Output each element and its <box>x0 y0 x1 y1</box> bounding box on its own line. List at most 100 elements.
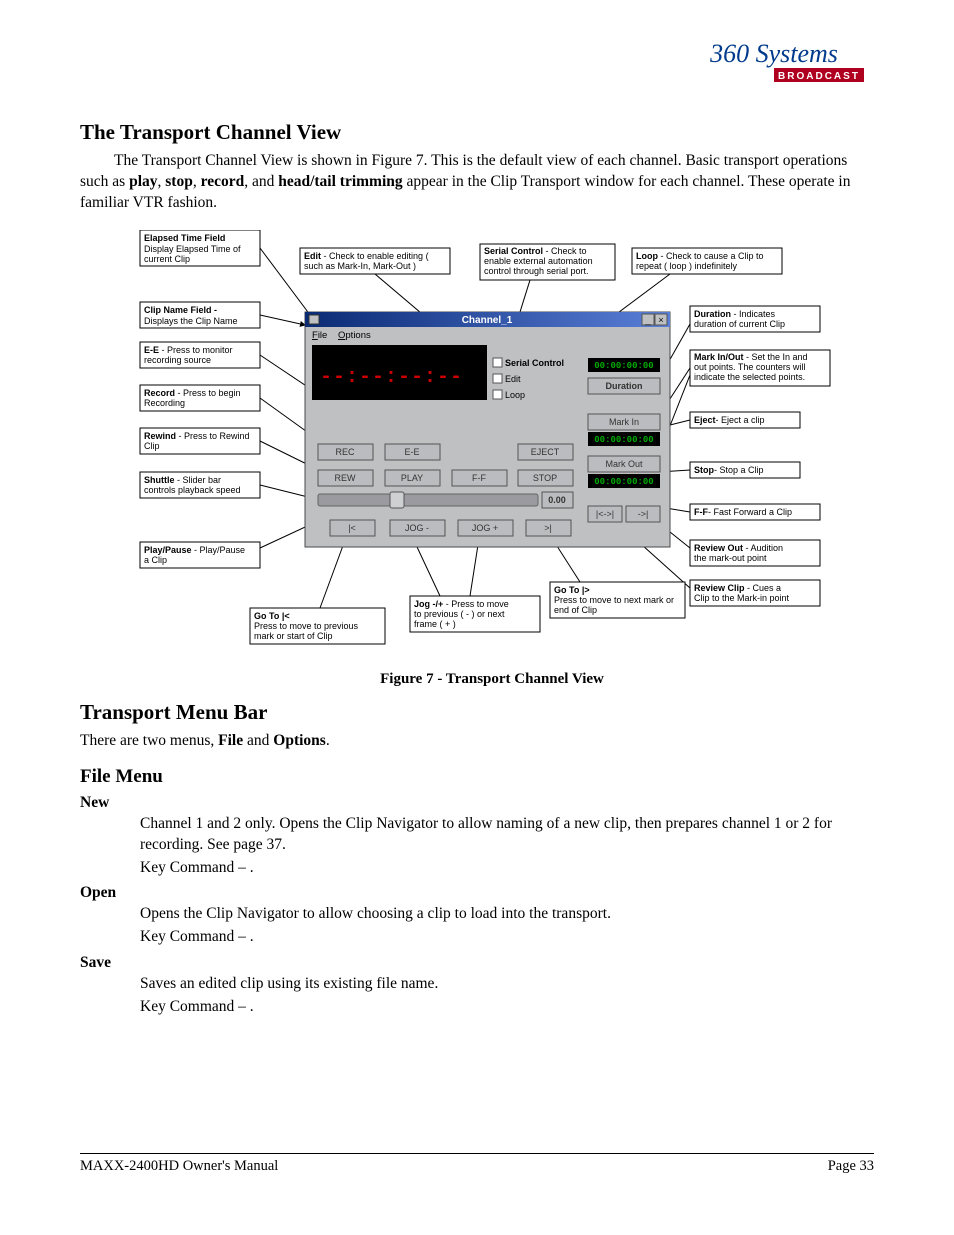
serial-control-label: Serial Control <box>505 358 564 368</box>
svg-text:Clip Name Field -: Clip Name Field - <box>144 305 217 315</box>
def-open-line1: Opens the Clip Navigator to allow choosi… <box>140 904 874 925</box>
svg-text:REC: REC <box>335 447 355 457</box>
svg-text:Mark Out: Mark Out <box>605 459 643 469</box>
svg-text:>|: >| <box>544 523 552 533</box>
svg-text:indicate the selected points.: indicate the selected points. <box>694 372 805 382</box>
svg-text:frame ( + ): frame ( + ) <box>414 619 456 629</box>
logo-top-text: 360 Systems <box>709 40 838 68</box>
svg-text:Mark In: Mark In <box>609 417 639 427</box>
def-new-heading: New <box>80 794 874 812</box>
svg-text:EJECT: EJECT <box>531 447 560 457</box>
svg-text:JOG +: JOG + <box>472 523 498 533</box>
shuttle-value: 0.00 <box>548 495 566 505</box>
svg-text:JOG -: JOG - <box>405 523 429 533</box>
figure-7: Elapsed Time Field Display Elapsed Time … <box>110 230 874 688</box>
window-title: Channel_1 <box>462 315 513 326</box>
svg-text:Displays the Clip Name: Displays the Clip Name <box>144 316 238 326</box>
heading-transport-menu-bar: Transport Menu Bar <box>80 700 874 725</box>
svg-text:end of Clip: end of Clip <box>554 605 597 615</box>
svg-text:to previous ( - ) or next: to previous ( - ) or next <box>414 609 505 619</box>
menu-file[interactable]: File <box>312 330 327 341</box>
logo-sub-text: BROADCAST <box>778 71 860 82</box>
svg-text:PLAY: PLAY <box>401 473 423 483</box>
def-save-line2: Key Command – . <box>140 997 874 1018</box>
page-footer: MAXX-2400HD Owner's Manual Page 33 <box>80 1153 874 1175</box>
footer-right: Page 33 <box>828 1158 874 1175</box>
svg-text:Shuttle - Slider bar: Shuttle - Slider bar <box>144 475 221 485</box>
svg-text:recording source: recording source <box>144 355 211 365</box>
loop-checkbox[interactable] <box>493 390 502 399</box>
menu-options[interactable]: Options <box>338 330 371 341</box>
edit-checkbox[interactable] <box>493 374 502 383</box>
svg-text:Review Out - Audition: Review Out - Audition <box>694 543 783 553</box>
svg-text:control through serial port.: control through serial port. <box>484 266 589 276</box>
svg-text:Loop - Check to cause a Clip t: Loop - Check to cause a Clip to <box>636 251 764 261</box>
svg-text:Duration - Indicates: Duration - Indicates <box>694 309 776 319</box>
svg-text:out points. The counters will: out points. The counters will <box>694 362 805 372</box>
def-open-line2: Key Command – . <box>140 927 874 948</box>
def-save-line1: Saves an edited clip using its existing … <box>140 974 874 995</box>
def-new-line2: Key Command – . <box>140 858 874 879</box>
duration-label: Duration <box>606 381 643 391</box>
svg-text:Go To |<: Go To |< <box>254 611 290 621</box>
svg-text:Go To |>: Go To |> <box>554 585 590 595</box>
svg-text:Edit - Check to enable editing: Edit - Check to enable editing ( <box>304 251 429 261</box>
svg-text:Serial Control - Check to: Serial Control - Check to <box>484 246 587 256</box>
svg-text:the mark-out point: the mark-out point <box>694 553 767 563</box>
svg-text:Press to move to next mark or: Press to move to next mark or <box>554 595 674 605</box>
svg-text:Clip to the Mark-in point: Clip to the Mark-in point <box>694 593 790 603</box>
svg-text:REW: REW <box>335 473 357 483</box>
svg-text:Display Elapsed Time of: Display Elapsed Time of <box>144 244 241 254</box>
def-save-heading: Save <box>80 954 874 972</box>
svg-text:a Clip: a Clip <box>144 555 167 565</box>
svg-text:Eject- Eject a clip: Eject- Eject a clip <box>694 415 765 425</box>
edit-label: Edit <box>505 374 521 384</box>
def-open-heading: Open <box>80 884 874 902</box>
svg-text:duration of current Clip: duration of current Clip <box>694 319 785 329</box>
menu-bar-paragraph: There are two menus, File and Options. <box>80 731 874 752</box>
duration-timecode: 00:00:00:00 <box>594 361 653 371</box>
shuttle-slider[interactable] <box>318 494 538 506</box>
svg-text:|<->|: |<->| <box>596 509 614 519</box>
mark-out-timecode: 00:00:00:00 <box>594 477 653 487</box>
svg-text:enable external automation: enable external automation <box>484 256 593 266</box>
mark-in-timecode: 00:00:00:00 <box>594 435 653 445</box>
svg-text:STOP: STOP <box>533 473 557 483</box>
svg-text:such as Mark-In, Mark-Out ): such as Mark-In, Mark-Out ) <box>304 261 416 271</box>
shuttle-thumb[interactable] <box>390 492 404 508</box>
svg-text:×: × <box>658 315 663 325</box>
svg-text:repeat ( loop ) indefinitely: repeat ( loop ) indefinitely <box>636 261 738 271</box>
def-new-line1: Channel 1 and 2 only. Opens the Clip Nav… <box>140 814 874 856</box>
svg-text:controls playback speed: controls playback speed <box>144 485 241 495</box>
svg-text:F-F- Fast Forward a Clip: F-F- Fast Forward a Clip <box>694 507 792 517</box>
svg-text:Recording: Recording <box>144 398 185 408</box>
elapsed-time-display: --:--:--:-- <box>320 366 463 389</box>
svg-text:current Clip: current Clip <box>144 254 190 264</box>
svg-text:|<: |< <box>348 523 356 533</box>
svg-text:E-E - Press to monitor: E-E - Press to monitor <box>144 345 233 355</box>
svg-text:Review Clip - Cues a: Review Clip - Cues a <box>694 583 781 593</box>
heading-file-menu: File Menu <box>80 766 874 788</box>
svg-text:Clip: Clip <box>144 441 160 451</box>
svg-text:E-E: E-E <box>404 447 419 457</box>
svg-text:Record - Press to begin: Record - Press to begin <box>144 388 241 398</box>
svg-text:Elapsed Time Field: Elapsed Time Field <box>144 233 225 243</box>
figure-caption: Figure 7 - Transport Channel View <box>110 671 874 688</box>
svg-text:->|: ->| <box>638 509 649 519</box>
svg-text:_: _ <box>644 315 651 326</box>
brand-logo: 360 Systems BROADCAST <box>80 40 874 100</box>
intro-paragraph: The Transport Channel View is shown in F… <box>80 151 874 214</box>
footer-left: MAXX-2400HD Owner's Manual <box>80 1158 278 1175</box>
serial-control-checkbox[interactable] <box>493 358 502 367</box>
heading-transport-channel-view: The Transport Channel View <box>80 120 874 145</box>
svg-text:Mark In/Out - Set the In and: Mark In/Out - Set the In and <box>694 352 808 362</box>
svg-text:mark or start of Clip: mark or start of Clip <box>254 631 333 641</box>
svg-text:Press to move to previous: Press to move to previous <box>254 621 359 631</box>
channel-window: Channel_1 _ × File Options --:--:--:-- S… <box>305 312 670 547</box>
svg-text:Stop- Stop a Clip: Stop- Stop a Clip <box>694 465 764 475</box>
loop-label: Loop <box>505 390 525 400</box>
svg-text:Play/Pause - Play/Pause: Play/Pause - Play/Pause <box>144 545 245 555</box>
sysmenu-icon[interactable] <box>309 315 319 324</box>
svg-text:Rewind - Press to Rewind: Rewind - Press to Rewind <box>144 431 250 441</box>
svg-text:Jog -/+ - Press to move: Jog -/+ - Press to move <box>414 599 509 609</box>
